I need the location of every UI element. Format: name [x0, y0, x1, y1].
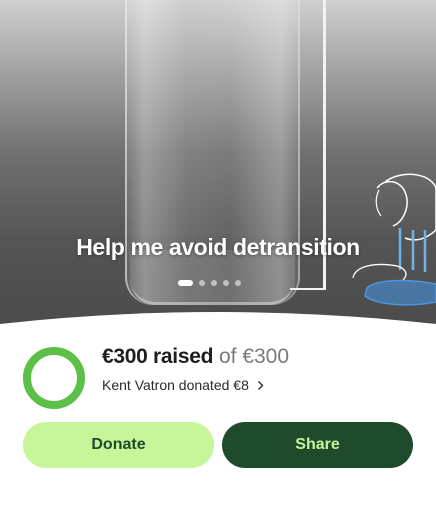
- hero-frame-line-foot: [290, 288, 326, 290]
- donate-button[interactable]: Donate: [23, 422, 214, 468]
- hero-image-carousel[interactable]: Help me avoid detransition: [0, 0, 436, 340]
- carousel-dot-3[interactable]: [211, 280, 217, 286]
- carousel-dot-1[interactable]: [178, 280, 193, 286]
- carousel-dot-2[interactable]: [199, 280, 205, 286]
- raised-summary: €300 raised of €300: [102, 345, 289, 369]
- raised-amount: €300 raised: [102, 345, 214, 368]
- carousel-dot-4[interactable]: [223, 280, 229, 286]
- carousel-dot-5[interactable]: [235, 280, 241, 286]
- chevron-right-icon: [257, 380, 264, 390]
- recent-donation-link[interactable]: Kent Vatron donated €8: [102, 377, 266, 393]
- hero-bottom-curve: [0, 312, 436, 340]
- campaign-title: Help me avoid detransition: [76, 234, 360, 260]
- share-button[interactable]: Share: [222, 422, 413, 468]
- progress-ring: [23, 347, 85, 409]
- carousel-pagination[interactable]: [178, 280, 241, 286]
- goal-amount: of €300: [218, 345, 290, 368]
- progress-ring-fill: [23, 347, 85, 409]
- recent-donation-text: Kent Vatron donated €8: [102, 377, 249, 393]
